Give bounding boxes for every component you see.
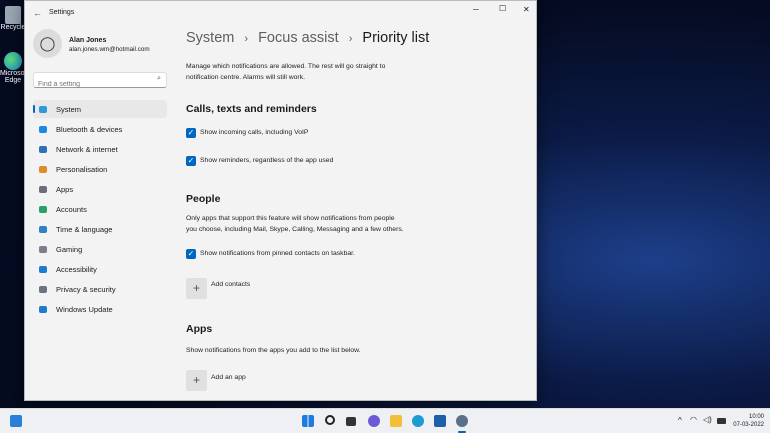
minimize-button[interactable]: ─ [473, 5, 479, 14]
battery-icon[interactable] [717, 418, 726, 424]
accessibility-icon [39, 265, 47, 273]
sidebar-item-accounts[interactable]: Accounts [33, 200, 167, 218]
show-hidden-icons[interactable]: ^ [678, 416, 682, 425]
sidebar-item-windows-update[interactable]: Windows Update [33, 300, 167, 318]
user-email: alan.jones.wm@hotmail.com [69, 46, 150, 53]
add-app-label[interactable]: Add an app [211, 372, 246, 383]
sidebar-item-label: System [56, 104, 82, 114]
incoming-calls-checkbox[interactable]: ✓ [186, 128, 196, 138]
sidebar-item-system[interactable]: System [33, 100, 167, 118]
edge-label: Microsoft Edge [0, 70, 29, 84]
brush-icon [39, 165, 47, 173]
sidebar-item-label: Personalisation [56, 164, 108, 174]
taskbar: ^ ◠ ◁) 10:00 07-03-2022 [0, 408, 770, 433]
avatar[interactable]: ◯ [33, 29, 62, 58]
sidebar-item-privacy-security[interactable]: Privacy & security [33, 280, 167, 298]
recycle-bin-label: Recycle [0, 24, 26, 31]
sidebar-item-apps[interactable]: Apps [33, 180, 167, 198]
edge-icon [4, 52, 22, 70]
wifi-icon [39, 145, 47, 153]
sidebar-item-personalisation[interactable]: Personalisation [33, 160, 167, 178]
pinned-contacts-label[interactable]: Show notifications from pinned contacts … [200, 248, 355, 259]
people-description-line: you choose, including Mail, Skype, Calli… [186, 226, 404, 233]
settings-gear-icon[interactable] [456, 415, 468, 427]
person-icon [39, 205, 47, 213]
task-view-icon[interactable] [346, 417, 356, 426]
apps-heading: Apps [186, 323, 213, 335]
sidebar-item-label: Accessibility [56, 264, 97, 274]
sidebar-item-label: Privacy & security [56, 284, 116, 294]
sidebar-item-label: Apps [56, 184, 74, 194]
description-line: notification centre. Alarms will still w… [186, 74, 305, 81]
search-input[interactable] [34, 77, 144, 92]
reminders-label[interactable]: Show reminders, regardless of the app us… [200, 155, 333, 166]
sidebar-item-label: Windows Update [56, 304, 113, 314]
page-title: Priority list [362, 30, 430, 46]
apps-description: Show notifications from the apps you add… [186, 347, 361, 354]
description-line: Manage which notifications are allowed. … [186, 63, 386, 70]
controller-icon [39, 245, 47, 253]
incoming-calls-label[interactable]: Show incoming calls, including VoIP [200, 127, 308, 138]
breadcrumb-separator: › [348, 33, 353, 45]
person-icon: ◯ [39, 35, 56, 51]
apps-icon [39, 185, 47, 193]
store-icon[interactable] [434, 415, 446, 427]
sidebar-item-label: Gaming [56, 244, 83, 254]
desktop-icon-recycle-bin[interactable]: Recycle [0, 6, 26, 31]
plus-icon: + [192, 373, 200, 387]
bluetooth-icon [39, 125, 47, 133]
description: Manage which notifications are allowed. … [186, 61, 385, 83]
sidebar: ◯ Alan Jones alan.jones.wm@hotmail.com ⌕… [25, 1, 175, 400]
sidebar-item-gaming[interactable]: Gaming [33, 240, 167, 258]
breadcrumb: System › Focus assist › Priority list [186, 30, 429, 46]
breadcrumb-system[interactable]: System [186, 30, 234, 46]
breadcrumb-focus-assist[interactable]: Focus assist [258, 30, 339, 46]
sidebar-item-label: Network & internet [56, 144, 118, 154]
clock-date: 07-03-2022 [733, 422, 764, 428]
reminders-checkbox[interactable]: ✓ [186, 156, 196, 166]
sidebar-item-accessibility[interactable]: Accessibility [33, 260, 167, 278]
people-description: Only apps that support this feature will… [186, 213, 404, 235]
user-name: Alan Jones [69, 37, 107, 44]
wifi-icon[interactable]: ◠ [690, 415, 697, 424]
chat-icon[interactable] [368, 415, 380, 427]
search-icon[interactable]: ⌕ [157, 75, 161, 83]
calls-heading: Calls, texts and reminders [186, 103, 317, 115]
settings-window: ← Settings ─ ☐ ✕ ◯ Alan Jones alan.jones… [24, 0, 537, 401]
monitor-icon [39, 105, 47, 113]
sidebar-item-bluetooth-devices[interactable]: Bluetooth & devices [33, 120, 167, 138]
sidebar-item-network-internet[interactable]: Network & internet [33, 140, 167, 158]
breadcrumb-separator: › [244, 33, 249, 45]
add-contacts-button[interactable]: + [186, 278, 207, 299]
search-icon[interactable] [325, 415, 335, 425]
plus-icon: + [192, 281, 200, 295]
recycle-bin-icon [5, 6, 21, 24]
start-icon[interactable] [302, 415, 314, 427]
volume-icon[interactable]: ◁) [703, 415, 712, 424]
search-box[interactable]: ⌕ [33, 72, 167, 92]
people-description-line: Only apps that support this feature will… [186, 215, 395, 222]
sidebar-item-label: Bluetooth & devices [56, 124, 123, 134]
add-app-button[interactable]: + [186, 370, 207, 391]
sidebar-item-label: Accounts [56, 204, 87, 214]
clock[interactable]: 10:00 07-03-2022 [733, 413, 764, 429]
clock-time: 10:00 [748, 414, 764, 420]
pinned-contacts-checkbox[interactable]: ✓ [186, 249, 196, 259]
desktop-icon-edge[interactable]: Microsoft Edge [0, 52, 29, 84]
widgets-icon[interactable] [10, 415, 22, 427]
maximize-button[interactable]: ☐ [499, 4, 506, 13]
add-contacts-label[interactable]: Add contacts [211, 279, 250, 290]
people-heading: People [186, 193, 221, 205]
update-icon [39, 305, 47, 313]
sidebar-item-label: Time & language [56, 224, 113, 234]
close-button[interactable]: ✕ [523, 5, 530, 14]
shield-icon [39, 285, 47, 293]
sidebar-item-time-language[interactable]: Time & language [33, 220, 167, 238]
edge-icon[interactable] [412, 415, 424, 427]
globe-clock-icon [39, 225, 47, 233]
file-explorer-icon[interactable] [390, 415, 402, 427]
